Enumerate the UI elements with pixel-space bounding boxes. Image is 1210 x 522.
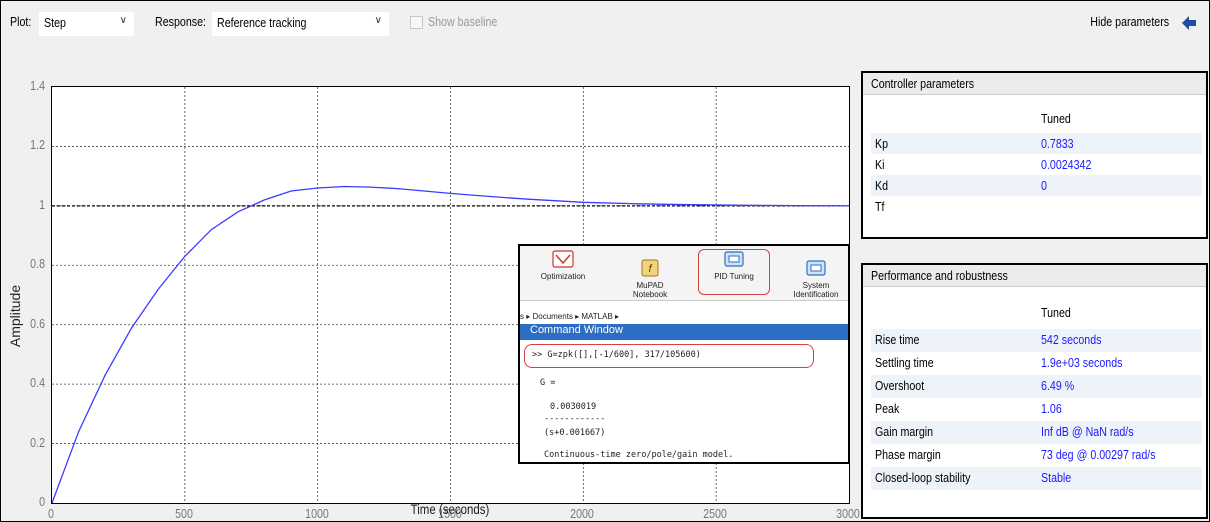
table-row: Settling time 1.9e+03 seconds [871,352,1202,375]
metric-name: Gain margin [875,424,934,439]
controller-table: Tuned Kp 0.7833 Ki 0.0024342 Kd 0 Tf [871,103,1202,217]
metric-value: 1.9e+03 seconds [1041,355,1123,370]
ribbon-item-pid-tuning[interactable]: PID Tuning [702,250,766,281]
table-row: Kd 0 [871,175,1202,196]
performance-table: Tuned Rise time 542 seconds Settling tim… [871,293,1202,490]
ribbon-label: System Identification [793,281,839,299]
x-tick-label: 0 [48,506,54,521]
plot-type-value: Step [44,15,66,30]
pid-tuning-icon [724,251,744,267]
column-header-tuned: Tuned [1041,305,1071,320]
param-value: 0.0024342 [1041,157,1092,172]
param-name: Kd [875,178,889,193]
table-row: Peak 1.06 [871,398,1202,421]
table-header: Tuned [871,103,1202,133]
param-name: Ki [875,157,885,172]
panel-title: Controller parameters [863,73,1206,95]
metric-value: 542 seconds [1041,332,1102,347]
optimization-icon [552,250,574,268]
command-line: >> G=zpk([],[-1/600], 317/105600) [532,350,701,360]
matlab-inset: Optimization f MuPAD Notebook PID Tuning [518,244,850,464]
ribbon-item-optimization[interactable]: Optimization [538,250,588,281]
ribbon-label: MuPAD Notebook [632,281,668,299]
mupad-icon: f [641,259,659,277]
metric-name: Closed-loop stability [875,470,971,485]
metric-value: Stable [1041,470,1072,485]
y-tick-label: 1.2 [30,137,45,153]
response-label: Response: [155,14,206,29]
plot-label: Plot: [10,14,32,29]
response-select[interactable]: Reference tracking ∨ [212,12,389,36]
param-name: Kp [875,136,889,151]
param-value: 0 [1041,178,1047,193]
metric-name: Overshoot [875,378,925,393]
table-row: Gain margin Inf dB @ NaN rad/s [871,421,1202,444]
param-name: Tf [875,199,885,214]
chevron-down-icon: ∨ [374,15,382,26]
x-tick-label: 500 [174,506,193,521]
show-baseline-label: Show baseline [428,14,498,29]
ribbon-label: PID Tuning [714,272,754,281]
output-line: Continuous-time zero/pole/gain model. [544,450,734,460]
table-row: Overshoot 6.49 % [871,375,1202,398]
table-row: Closed-loop stability Stable [871,467,1202,490]
system-identification-icon [806,260,826,276]
controller-parameters-panel: Controller parameters Tuned Kp 0.7833 Ki… [861,71,1208,239]
table-row: Tf [871,196,1202,217]
y-tick-label: 0.4 [30,375,45,391]
output-line: ------------ [544,414,606,424]
toolbar: Plot: Step ∨ Response: Reference trackin… [2,2,1209,46]
arrow-left-icon[interactable] [1181,15,1197,31]
ribbon-item-mupad[interactable]: f MuPAD Notebook [620,250,680,308]
command-window[interactable]: >> G=zpk([],[-1/600], 317/105600) G = 0.… [520,340,848,462]
table-row: Phase margin 73 deg @ 0.00297 rad/s [871,444,1202,467]
y-tick-label: 1.4 [30,78,45,93]
table-row: Kp 0.7833 [871,133,1202,154]
y-tick-label: 0.2 [30,434,45,450]
metric-name: Phase margin [875,447,941,462]
metric-value: 73 deg @ 0.00297 rad/s [1041,447,1156,462]
metric-value: Inf dB @ NaN rad/s [1041,424,1134,439]
ribbon-label: Optimization [540,272,586,281]
y-tick-label: 0.8 [30,256,45,272]
metric-name: Rise time [875,332,920,347]
x-tick-label: 2500 [703,506,728,521]
x-tick-label: 1000 [304,506,329,521]
show-baseline-checkbox[interactable] [410,16,423,29]
param-value: 0.7833 [1041,136,1074,151]
plot-type-select[interactable]: Step ∨ [39,12,134,36]
output-line: G = [540,378,556,388]
y-axis-label: Amplitude [7,284,24,348]
pid-tuner-window: Plot: Step ∨ Response: Reference trackin… [0,0,1210,522]
command-window-title: Command Window [520,324,848,340]
table-row: Ki 0.0024342 [871,154,1202,175]
panel-title: Performance and robustness [863,265,1206,287]
table-row: Rise time 542 seconds [871,329,1202,352]
column-header-tuned: Tuned [1041,111,1071,126]
y-tick-label: 1 [39,196,45,212]
performance-robustness-panel: Performance and robustness Tuned Rise ti… [861,263,1208,519]
response-value: Reference tracking [217,15,307,30]
breadcrumb[interactable]: s ▸ Documents ▸ MATLAB ▸ [520,312,619,321]
metric-name: Settling time [875,355,934,370]
metric-value: 1.06 [1041,401,1062,416]
chevron-down-icon: ∨ [119,15,127,26]
metric-value: 6.49 % [1041,378,1075,393]
x-axis-label: Time (seconds) [410,501,490,517]
metric-name: Peak [875,401,900,416]
output-line: 0.0030019 [550,402,597,412]
output-line: (s+0.001667) [544,428,606,438]
ribbon-item-system-identification[interactable]: System Identification [786,250,846,308]
table-header: Tuned [871,293,1202,329]
matlab-ribbon: Optimization f MuPAD Notebook PID Tuning [520,246,848,301]
hide-parameters-link[interactable]: Hide parameters [1090,14,1169,29]
x-tick-label: 2000 [570,506,595,521]
